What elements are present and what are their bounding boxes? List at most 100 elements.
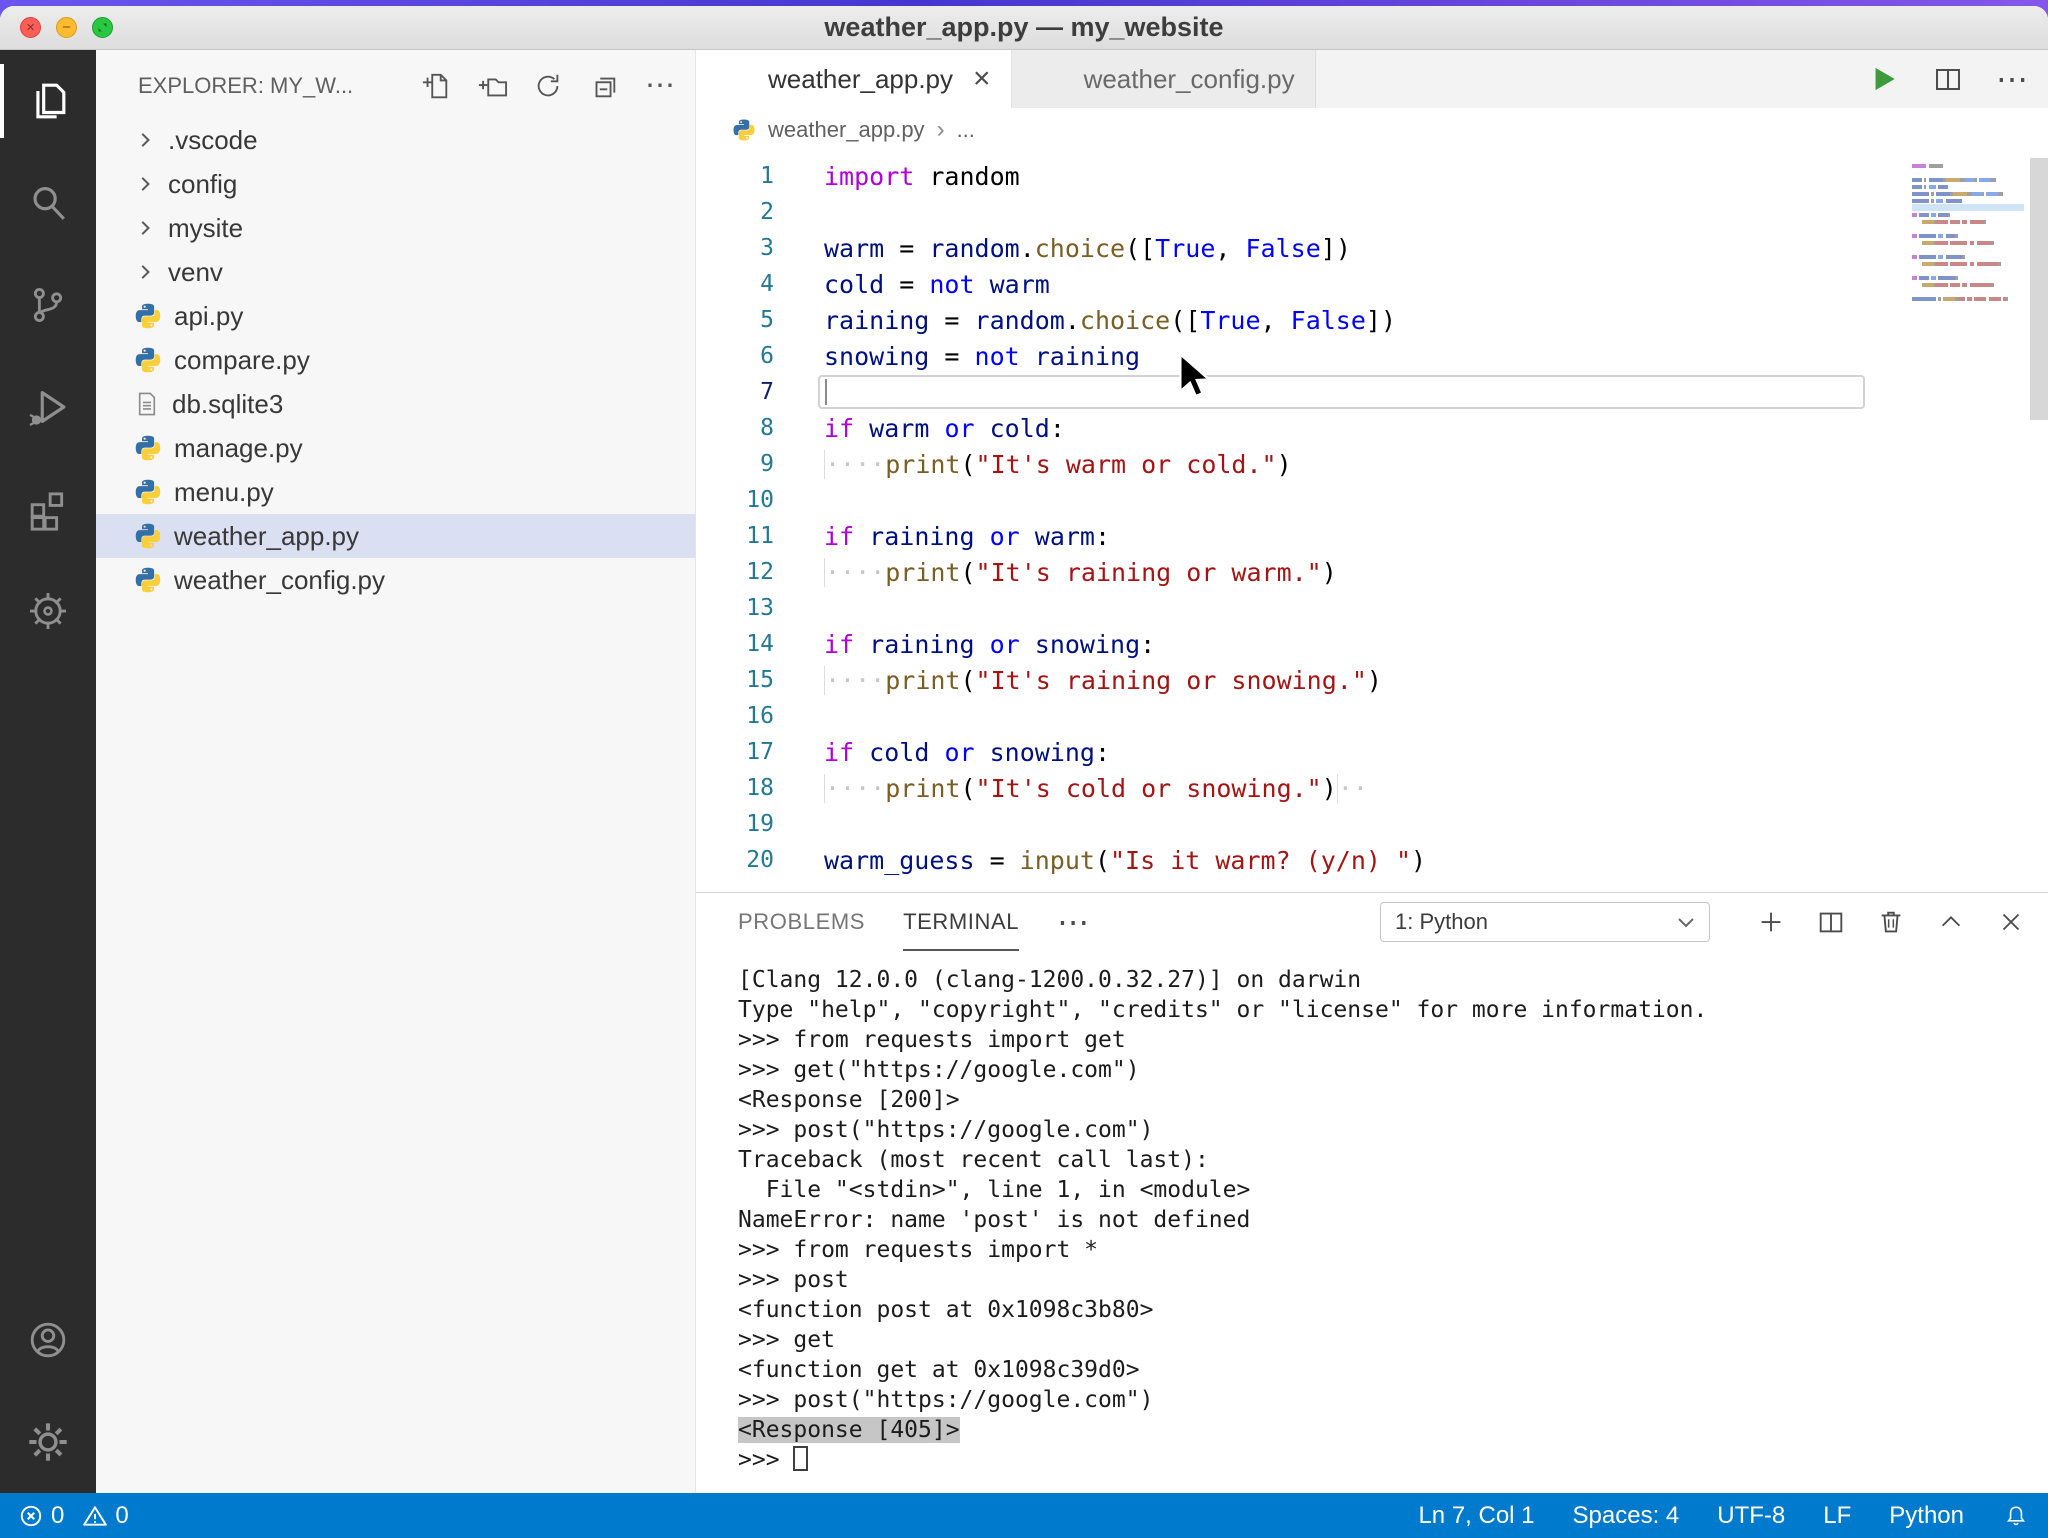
breadcrumb: weather_app.py › ... bbox=[696, 108, 2048, 152]
explorer-title: EXPLORER: MY_W... bbox=[138, 73, 421, 99]
python-file-icon bbox=[134, 566, 162, 594]
status-indentation[interactable]: Spaces: 4 bbox=[1573, 1502, 1680, 1530]
activity-extensions[interactable] bbox=[0, 458, 96, 560]
code-line-11[interactable]: 11if raining or warm: bbox=[696, 518, 2048, 554]
split-editor-button[interactable] bbox=[1932, 63, 1964, 95]
code-line-19[interactable]: 19 bbox=[696, 806, 2048, 842]
minimize-window-button[interactable]: − bbox=[56, 17, 77, 38]
line-number: 9 bbox=[696, 451, 774, 477]
status-eol[interactable]: LF bbox=[1823, 1502, 1851, 1530]
tab-label: weather_app.py bbox=[768, 64, 953, 95]
terminal-output[interactable]: [Clang 12.0.0 (clang-1200.0.32.27)] on d… bbox=[696, 951, 2048, 1493]
activity-run-debug[interactable] bbox=[0, 356, 96, 458]
zoom-window-button[interactable] bbox=[92, 17, 113, 38]
bottom-panel: PROBLEMS TERMINAL ⋯ 1: Python bbox=[696, 892, 2048, 1493]
terminal-line: <Response [405]> bbox=[738, 1415, 2048, 1445]
tree-item-weather_config.py[interactable]: weather_config.py bbox=[96, 558, 695, 602]
tree-item-db.sqlite3[interactable]: db.sqlite3 bbox=[96, 382, 695, 426]
traffic-lights: × − bbox=[20, 6, 113, 49]
code-line-17[interactable]: 17if cold or snowing: bbox=[696, 734, 2048, 770]
tree-item-.vscode[interactable]: .vscode bbox=[96, 118, 695, 162]
panel-tab-terminal[interactable]: TERMINAL bbox=[903, 893, 1019, 951]
close-panel-button[interactable] bbox=[1996, 907, 2026, 937]
code-line-2[interactable]: 2 bbox=[696, 194, 2048, 230]
refresh-explorer-icon[interactable] bbox=[533, 71, 563, 101]
code-editor[interactable]: 1import random23warm = random.choice([Tr… bbox=[696, 152, 2048, 892]
activity-accounts[interactable] bbox=[0, 1289, 96, 1391]
code-line-15[interactable]: 15····print("It's raining or snowing.") bbox=[696, 662, 2048, 698]
source-control-icon bbox=[25, 282, 71, 328]
new-file-icon[interactable] bbox=[421, 71, 451, 101]
activity-settings[interactable] bbox=[0, 1391, 96, 1493]
tree-item-mysite[interactable]: mysite bbox=[96, 206, 695, 250]
activity-explorer[interactable] bbox=[0, 50, 96, 152]
code-line-6[interactable]: 6snowing = not raining bbox=[696, 338, 2048, 374]
code-line-1[interactable]: 1import random bbox=[696, 158, 2048, 194]
editor-more-actions-button[interactable]: ⋯ bbox=[1996, 74, 2028, 84]
account-icon bbox=[25, 1317, 71, 1363]
python-file-icon bbox=[134, 434, 162, 462]
breadcrumb-symbol[interactable]: ... bbox=[957, 117, 975, 143]
maximize-panel-button[interactable] bbox=[1936, 907, 1966, 937]
breadcrumb-file[interactable]: weather_app.py bbox=[768, 117, 925, 143]
activity-kubernetes[interactable] bbox=[0, 560, 96, 662]
code-line-8[interactable]: 8if warm or cold: bbox=[696, 410, 2048, 446]
panel-tab-problems[interactable]: PROBLEMS bbox=[738, 893, 865, 951]
code-line-9[interactable]: 9····print("It's warm or cold.") bbox=[696, 446, 2048, 482]
split-terminal-button[interactable] bbox=[1816, 907, 1846, 937]
run-python-file-button[interactable] bbox=[1866, 62, 1900, 96]
tree-item-menu.py[interactable]: menu.py bbox=[96, 470, 695, 514]
files-icon bbox=[25, 78, 71, 124]
tree-item-weather_app.py[interactable]: weather_app.py bbox=[96, 514, 695, 558]
code-line-14[interactable]: 14if raining or snowing: bbox=[696, 626, 2048, 662]
activity-source-control[interactable] bbox=[0, 254, 96, 356]
tree-item-label: mysite bbox=[168, 213, 243, 244]
code-line-3[interactable]: 3warm = random.choice([True, False]) bbox=[696, 230, 2048, 266]
chevron-right-icon bbox=[134, 217, 156, 239]
terminal-cursor bbox=[793, 1446, 808, 1471]
tree-item-label: compare.py bbox=[174, 345, 310, 376]
line-number: 10 bbox=[696, 487, 774, 513]
tree-item-api.py[interactable]: api.py bbox=[96, 294, 695, 338]
tab-weather-app[interactable]: weather_app.py × bbox=[696, 50, 1012, 108]
code-line-20[interactable]: 20warm_guess = input("Is it warm? (y/n) … bbox=[696, 842, 2048, 878]
status-language-mode[interactable]: Python bbox=[1889, 1502, 1964, 1530]
line-number: 20 bbox=[696, 847, 774, 873]
line-number: 18 bbox=[696, 775, 774, 801]
activity-search[interactable] bbox=[0, 152, 96, 254]
tree-item-compare.py[interactable]: compare.py bbox=[96, 338, 695, 382]
terminal-picker[interactable]: 1: Python bbox=[1380, 902, 1710, 942]
code-line-13[interactable]: 13 bbox=[696, 590, 2048, 626]
tab-bar: weather_app.py × weather_config.py bbox=[696, 50, 2048, 108]
minimap[interactable] bbox=[1912, 162, 2024, 302]
code-line-10[interactable]: 10 bbox=[696, 482, 2048, 518]
tree-item-manage.py[interactable]: manage.py bbox=[96, 426, 695, 470]
tab-weather-config[interactable]: weather_config.py bbox=[1012, 50, 1316, 108]
code-line-16[interactable]: 16 bbox=[696, 698, 2048, 734]
tree-item-venv[interactable]: venv bbox=[96, 250, 695, 294]
code-line-7[interactable]: 7 bbox=[696, 374, 2048, 410]
notifications-bell-icon[interactable] bbox=[2002, 1502, 2030, 1530]
tree-item-config[interactable]: config bbox=[96, 162, 695, 206]
panel-more-actions-icon[interactable]: ⋯ bbox=[1057, 917, 1089, 927]
close-window-button[interactable]: × bbox=[20, 17, 41, 38]
editor-scrollbar[interactable] bbox=[2030, 158, 2048, 420]
close-tab-icon[interactable]: × bbox=[973, 64, 991, 94]
explorer-more-actions-icon[interactable]: ⋯ bbox=[645, 76, 675, 96]
collapse-folders-icon[interactable] bbox=[589, 71, 619, 101]
status-cursor-position[interactable]: Ln 7, Col 1 bbox=[1418, 1502, 1534, 1530]
new-folder-icon[interactable] bbox=[477, 71, 507, 101]
code-line-5[interactable]: 5raining = random.choice([True, False]) bbox=[696, 302, 2048, 338]
code-line-18[interactable]: 18····print("It's cold or snowing.")·· bbox=[696, 770, 2048, 806]
status-encoding[interactable]: UTF-8 bbox=[1717, 1502, 1785, 1530]
kill-terminal-button[interactable] bbox=[1876, 907, 1906, 937]
code-line-12[interactable]: 12····print("It's raining or warm.") bbox=[696, 554, 2048, 590]
terminal-picker-value: 1: Python bbox=[1395, 909, 1488, 935]
terminal-line: >>> get bbox=[738, 1325, 2048, 1355]
file-tree: .vscodeconfig mysite venvapi.py compare.py d… bbox=[96, 114, 695, 1493]
activity-bar bbox=[0, 50, 96, 1493]
problems-status[interactable]: 0 0 bbox=[18, 1502, 139, 1530]
search-icon bbox=[25, 180, 71, 226]
new-terminal-button[interactable] bbox=[1756, 907, 1786, 937]
code-line-4[interactable]: 4cold = not warm bbox=[696, 266, 2048, 302]
